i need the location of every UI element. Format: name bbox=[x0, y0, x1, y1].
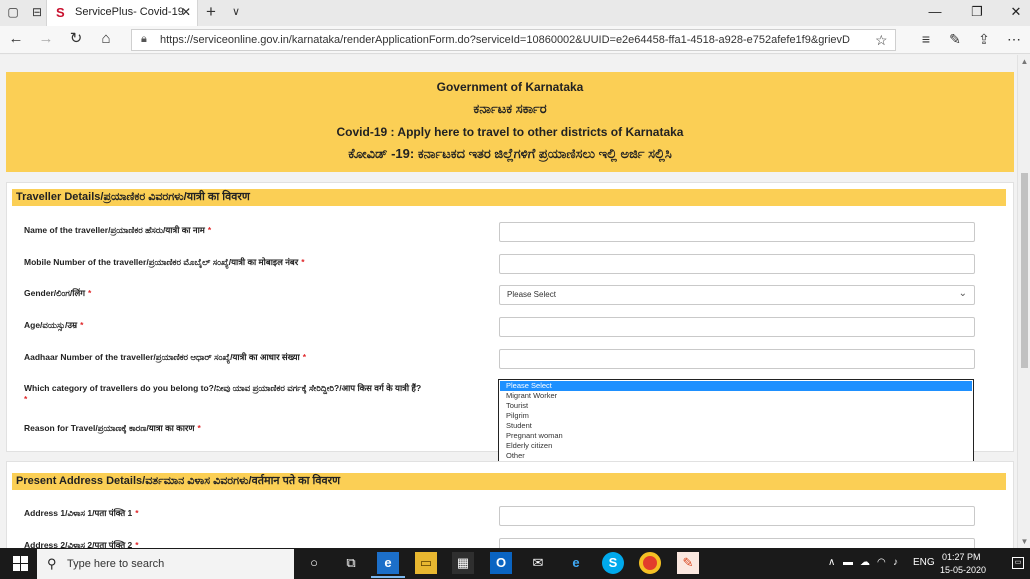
forward-arrow-icon[interactable]: → bbox=[37, 31, 55, 47]
store-icon[interactable]: ▦ bbox=[452, 552, 474, 574]
page-viewport: Government of Karnataka ಕರ್ನಾಟಕ ಸರ್ಕಾರ C… bbox=[0, 55, 1017, 548]
favorites-hub-icon[interactable]: ≡ bbox=[917, 31, 935, 47]
search-icon: ⚲ bbox=[47, 556, 57, 571]
address1-field[interactable] bbox=[499, 506, 975, 526]
category-option[interactable]: Other bbox=[500, 451, 972, 461]
wifi-icon[interactable]: ◠ bbox=[877, 557, 886, 568]
category-label: Which category of travellers do you belo… bbox=[24, 383, 422, 393]
category-option[interactable]: Student bbox=[500, 421, 972, 431]
url-text: https://serviceonline.gov.in/karnataka/r… bbox=[160, 34, 850, 46]
clock-time[interactable]: 01:27 PM bbox=[942, 552, 981, 562]
category-option[interactable]: Tourist bbox=[500, 401, 972, 411]
lock-icon: 🔒︎ bbox=[141, 33, 147, 45]
page-scrollbar[interactable]: ▲ ▼ bbox=[1017, 55, 1030, 548]
gender-select[interactable]: Please Select ⌄ bbox=[499, 285, 975, 305]
url-input[interactable]: 🔒︎ https://serviceonline.gov.in/karnatak… bbox=[131, 29, 896, 51]
category-option[interactable]: Please Select bbox=[500, 381, 972, 391]
outlook-icon[interactable]: O bbox=[490, 552, 512, 574]
refresh-icon[interactable]: ↻ bbox=[67, 31, 85, 47]
banner-title-kannada: ಕರ್ನಾಟಕ ಸರ್ಕಾರ bbox=[473, 101, 547, 116]
search-placeholder: Type here to search bbox=[67, 558, 165, 570]
notification-icon[interactable]: ▭ bbox=[1012, 557, 1024, 569]
category-listbox[interactable]: Please Select Migrant Worker Tourist Pil… bbox=[498, 379, 974, 470]
reason-label: Reason for Travel/ಪ್ರಯಾಣಕ್ಕೆ ಕಾರಣ/यात्रा… bbox=[24, 423, 201, 433]
network-icon[interactable]: ▬ bbox=[843, 557, 853, 568]
task-view-icon[interactable]: ⧉ bbox=[340, 552, 362, 574]
banner-subtitle-kannada: ಕೋವಿಡ್ -19: ಕರ್ನಾಟಕದ ಇತರ ಜಿಲ್ಲೆಗಳಿಗೆ ಪ್ರ… bbox=[348, 146, 672, 161]
address-toolbar: ← → ↻ ⌂ 🔒︎ https://serviceonline.gov.in/… bbox=[0, 26, 1030, 54]
back-arrow-icon[interactable]: ← bbox=[7, 31, 25, 47]
address2-field[interactable] bbox=[499, 538, 975, 548]
cloud-icon[interactable]: ☁ bbox=[860, 557, 870, 568]
address2-label: Address 2/ವಿಳಾಸ 2/पता पंक्ति 2 * bbox=[24, 540, 139, 548]
browser-tab[interactable]: S ServicePlus- Covid-19 : ✕ bbox=[46, 0, 198, 26]
age-label: Age/ವಯಸ್ಸು/उम्र * bbox=[24, 320, 84, 330]
home-icon[interactable]: ⌂ bbox=[97, 31, 115, 47]
mail-icon[interactable]: ✉ bbox=[527, 552, 549, 574]
banner-title: Government of Karnataka bbox=[436, 80, 584, 94]
cortana-icon[interactable]: ○ bbox=[303, 552, 325, 574]
star-icon[interactable]: ☆ bbox=[875, 32, 888, 49]
category-option[interactable]: Pregnant woman bbox=[500, 431, 972, 441]
sticky-app-icon[interactable]: ✎ bbox=[677, 552, 699, 574]
clock-date[interactable]: 15-05-2020 bbox=[940, 565, 986, 575]
taskbar-search[interactable]: ⚲ Type here to search bbox=[37, 549, 294, 579]
chevron-up-icon[interactable]: ∧ bbox=[828, 557, 835, 568]
category-option[interactable]: Pilgrim bbox=[500, 411, 972, 421]
windows-start-icon[interactable] bbox=[13, 556, 28, 571]
plus-icon[interactable]: + bbox=[206, 3, 216, 21]
category-option[interactable]: Elderly citizen bbox=[500, 441, 972, 451]
maximize-icon[interactable]: ❐ bbox=[967, 4, 987, 20]
skype-icon[interactable]: S bbox=[602, 552, 624, 574]
scroll-down-icon[interactable]: ▼ bbox=[1020, 537, 1029, 546]
traveller-section-header: Traveller Details/ಪ್ರಯಾಣಿಕರ ವಿವರಗಳು/यात्… bbox=[12, 189, 1006, 206]
name-label: Name of the traveller/ಪ್ರಯಾಣಿಕರ ಹೆಸರು/या… bbox=[24, 225, 212, 235]
edge-icon[interactable]: e bbox=[371, 552, 405, 578]
present-address-section: Present Address Details/ವರ್ತಮಾನ ವಿಳಾಸ ವಿ… bbox=[6, 461, 1014, 548]
gender-selected-value: Please Select bbox=[507, 290, 556, 299]
serviceplus-favicon-icon: S bbox=[56, 5, 65, 20]
window-close-icon[interactable]: ✕ bbox=[1006, 4, 1026, 20]
volume-icon[interactable]: ♪ bbox=[893, 557, 898, 568]
taskbar: ⚲ Type here to search ○ ⧉ e ▭ ▦ O ✉ e S … bbox=[0, 548, 1030, 579]
chevron-down-icon: ⌄ bbox=[958, 288, 967, 299]
chrome-icon[interactable] bbox=[639, 552, 661, 574]
tab-actions-icon[interactable]: ▢ bbox=[6, 5, 20, 19]
banner-subtitle: Covid-19 : Apply here to travel to other… bbox=[336, 125, 684, 139]
name-field[interactable] bbox=[499, 222, 975, 242]
pen-icon[interactable]: ✎ bbox=[946, 31, 964, 48]
present-address-header: Present Address Details/ವರ್ತಮಾನ ವಿಳಾಸ ವಿ… bbox=[12, 473, 1006, 490]
category-required-mark: * bbox=[24, 394, 28, 404]
tab-title: ServicePlus- Covid-19 : bbox=[75, 6, 190, 18]
more-icon[interactable]: ⋯ bbox=[1005, 31, 1023, 48]
file-explorer-icon[interactable]: ▭ bbox=[415, 552, 437, 574]
set-aside-icon[interactable]: ⊟ bbox=[30, 5, 44, 19]
minimize-icon[interactable]: — bbox=[925, 4, 945, 19]
page-banner: Government of Karnataka ಕರ್ನಾಟಕ ಸರ್ಕಾರ C… bbox=[6, 72, 1014, 172]
scroll-up-icon[interactable]: ▲ bbox=[1020, 57, 1029, 66]
aadhaar-label: Aadhaar Number of the traveller/ಪ್ರಯಾಣಿಕ… bbox=[24, 352, 307, 362]
aadhaar-field[interactable] bbox=[499, 349, 975, 369]
category-option[interactable]: Migrant Worker bbox=[500, 391, 972, 401]
chevron-down-icon[interactable]: ∨ bbox=[232, 5, 240, 18]
age-field[interactable] bbox=[499, 317, 975, 337]
share-icon[interactable]: ⇪ bbox=[975, 31, 993, 48]
mobile-field[interactable] bbox=[499, 254, 975, 274]
address1-label: Address 1/ವಿಳಾಸ 1/पता पंक्ति 1 * bbox=[24, 508, 139, 518]
language-indicator[interactable]: ENG bbox=[913, 557, 935, 568]
mobile-label: Mobile Number of the traveller/ಪ್ರಯಾಣಿಕರ… bbox=[24, 257, 305, 267]
internet-explorer-icon[interactable]: e bbox=[565, 552, 587, 574]
gender-label: Gender/ಲಿಂಗ/लिंग * bbox=[24, 288, 92, 298]
scrollbar-thumb[interactable] bbox=[1021, 173, 1028, 368]
tab-bar: ▢ ⊟ S ServicePlus- Covid-19 : ✕ + ∨ — ❐ … bbox=[0, 0, 1030, 26]
close-icon[interactable]: ✕ bbox=[181, 5, 191, 19]
